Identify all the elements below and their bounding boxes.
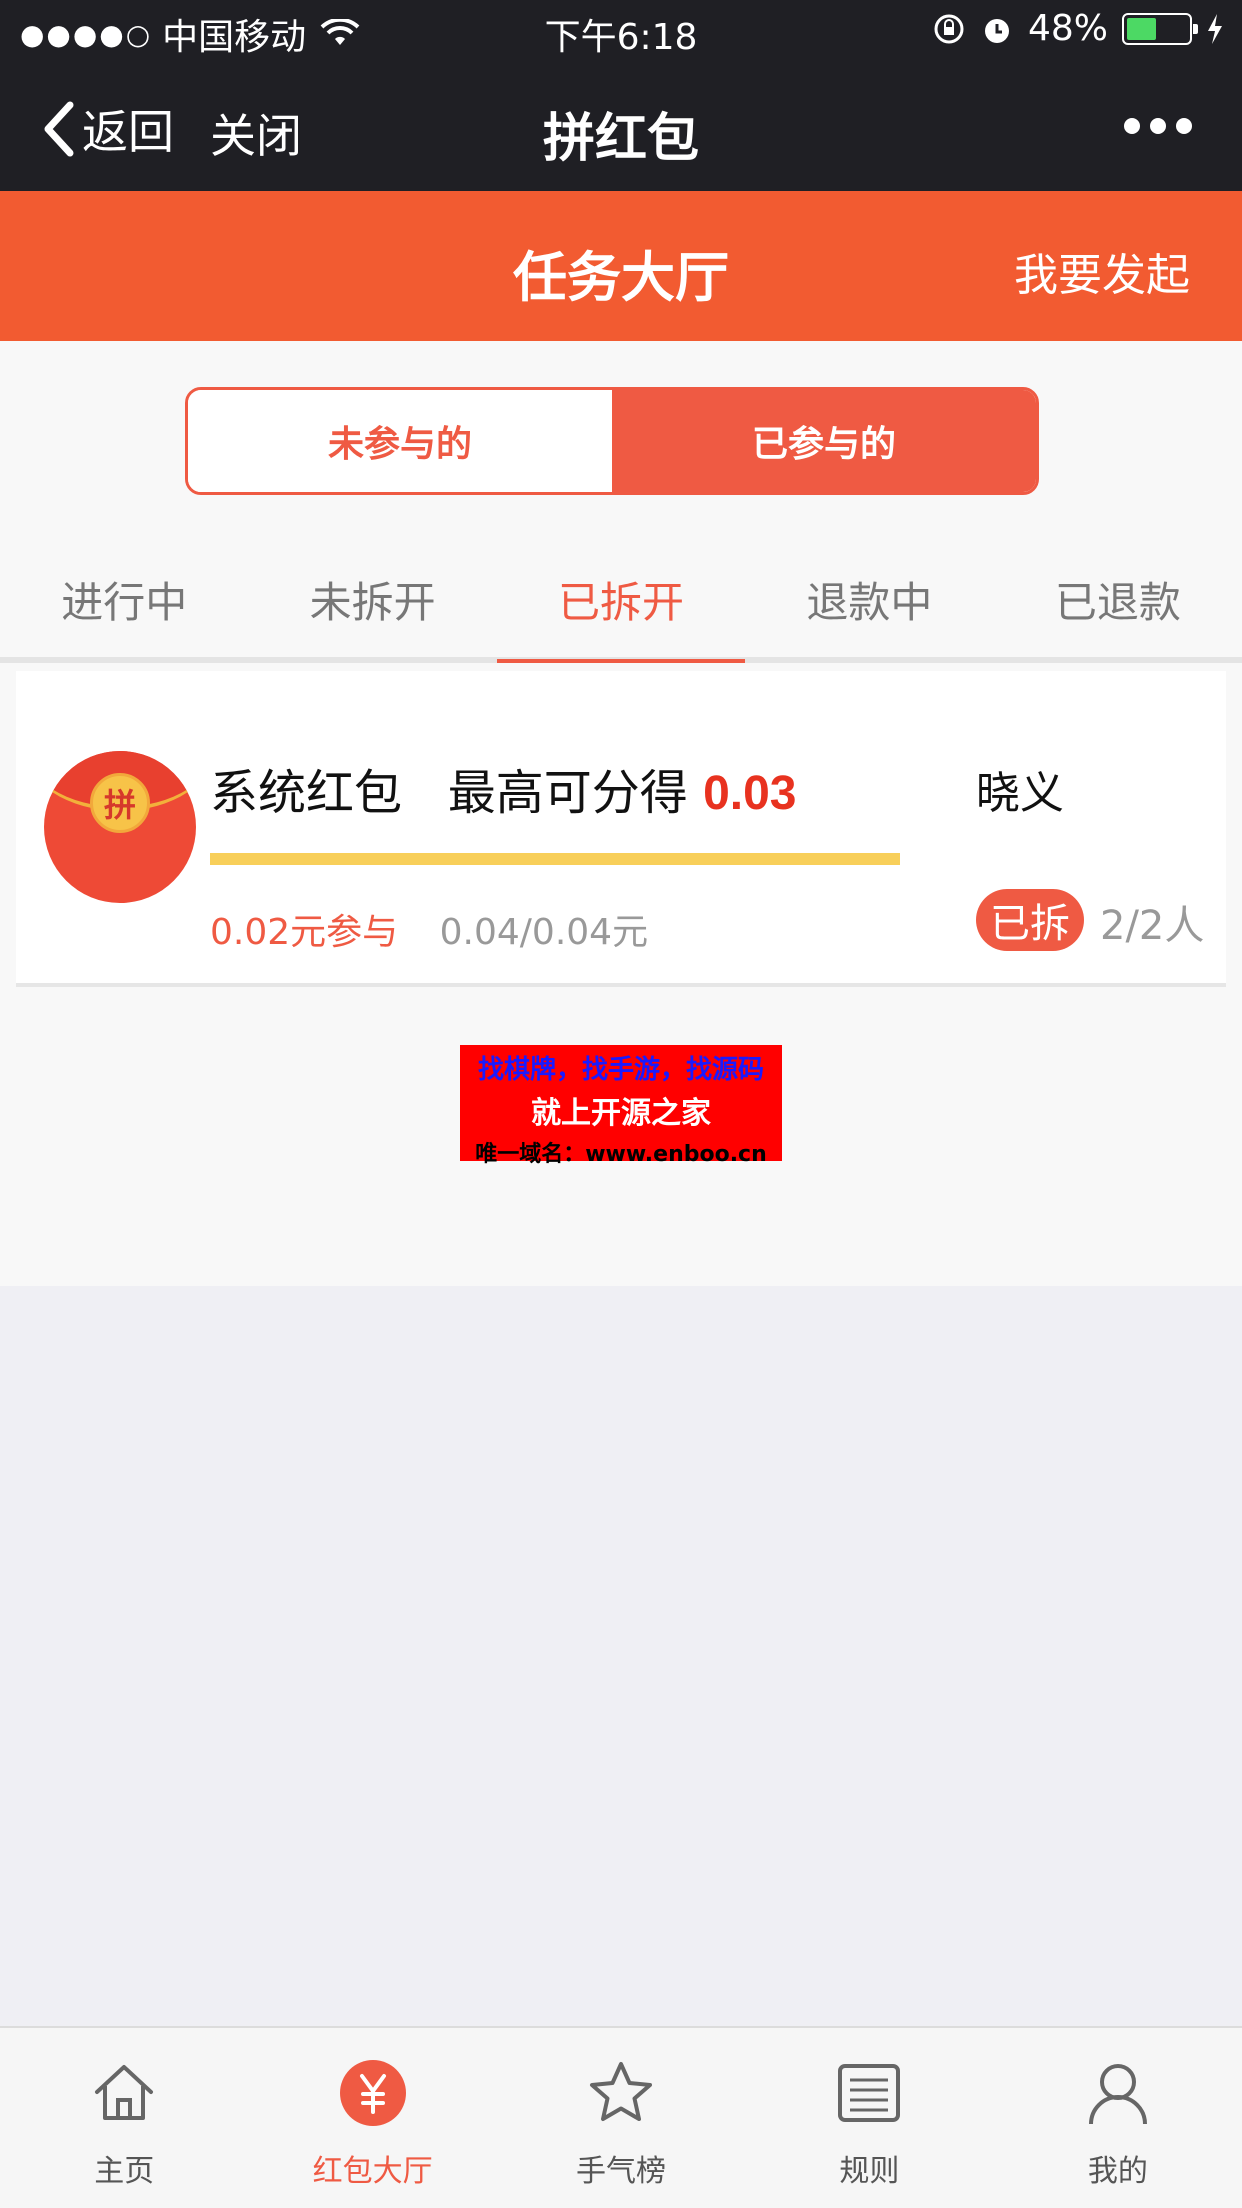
envelope-seal: 拼 [90, 773, 150, 833]
alarm-icon [984, 18, 1009, 43]
home-icon [95, 2065, 154, 2120]
list-icon [838, 2064, 901, 2122]
main-content: 未参与的 已参与的 进行中 未拆开 已拆开 退款中 已退款 拼 系统红包 最高可… [0, 341, 1242, 1286]
ad-line-3: 唯一域名：www.enboo.cn [475, 1142, 767, 1167]
tab-refunding[interactable]: 退款中 [745, 533, 993, 657]
tabbar-mine[interactable]: 我的 [994, 2028, 1242, 2208]
segment-not-joined[interactable]: 未参与的 [188, 390, 612, 492]
ad-line-1: 找棋牌，找手游，找源码 [477, 1055, 764, 1085]
back-label: 返回 [82, 105, 174, 159]
bottom-tab-bar: 主页 红包大厅 手气榜 规则 我的 [0, 2026, 1242, 2208]
tabbar-label: 主页 [94, 2154, 155, 2189]
tabbar-rules[interactable]: 规则 [745, 2028, 993, 2208]
carrier-label: 中国移动 [162, 17, 307, 58]
participation-segment: 未参与的 已参与的 [185, 387, 1039, 495]
initiator-name: 晓义 [976, 768, 1064, 819]
status-tabs: 进行中 未拆开 已拆开 退款中 已退款 [0, 533, 1242, 663]
status-time: 下午6:18 [544, 17, 698, 58]
tabbar-label: 我的 [1087, 2154, 1148, 2189]
progress-bar [210, 853, 900, 865]
red-packet-avatar: 拼 [44, 751, 196, 903]
card-title: 系统红包 最高可分得 0.03 [210, 753, 797, 823]
signal-strength-icon: ●●●●○ [20, 17, 153, 51]
ad-banner[interactable]: 找棋牌，找手游，找源码 就上开源之家 唯一域名：www.enboo.cn [460, 1045, 782, 1167]
yuan-icon [339, 2060, 406, 2126]
segment-joined[interactable]: 已参与的 [612, 390, 1036, 492]
tab-refunded[interactable]: 已退款 [994, 533, 1242, 657]
close-button[interactable]: 关闭 [210, 100, 302, 166]
tabbar-label: 红包大厅 [312, 2154, 433, 2189]
navigation-bar: 返回 关闭 拼红包 [0, 60, 1242, 191]
user-icon [1088, 2064, 1147, 2125]
tab-in-progress[interactable]: 进行中 [0, 533, 248, 657]
participant-count: 2/2人 [1100, 903, 1205, 949]
initiate-button[interactable]: 我要发起 [1014, 239, 1190, 303]
battery-icon [1122, 12, 1198, 45]
red-packet-card[interactable]: 拼 系统红包 最高可分得 0.03 0.02元参与 0.04/0.04元 晓义 … [16, 671, 1226, 987]
star-icon [590, 2062, 653, 2121]
wifi-icon [320, 19, 360, 45]
pool-amount: 0.04/0.04元 [439, 912, 649, 953]
max-share-label: 最高可分得 [447, 765, 688, 821]
max-share-amount: 0.03 [703, 767, 797, 820]
more-dot [1176, 118, 1192, 134]
ad-line-2: 就上开源之家 [531, 1096, 711, 1131]
back-button[interactable]: 返回 [40, 96, 174, 162]
charging-icon [1208, 13, 1222, 44]
progress-fill [210, 853, 900, 865]
more-dot [1124, 118, 1140, 134]
join-price: 0.02元参与 [210, 912, 399, 953]
task-hall-header: 任务大厅 我要发起 [0, 191, 1242, 341]
tabbar-leaderboard[interactable]: 手气榜 [497, 2028, 745, 2208]
chevron-left-icon [44, 101, 74, 157]
battery-percent: 48% [1027, 8, 1108, 49]
tabbar-red-packet-hall[interactable]: 红包大厅 [248, 2028, 496, 2208]
tabbar-home[interactable]: 主页 [0, 2028, 248, 2208]
tabbar-label: 手气榜 [576, 2154, 667, 2189]
tabbar-label: 规则 [839, 2154, 900, 2189]
page-title: 拼红包 [542, 109, 699, 169]
more-options-button[interactable] [1124, 118, 1192, 134]
more-dot [1150, 118, 1166, 134]
status-badge: 已拆 [976, 889, 1084, 951]
tab-opened[interactable]: 已拆开 [496, 533, 746, 663]
packet-type: 系统红包 [210, 765, 403, 821]
tab-unopened[interactable]: 未拆开 [248, 533, 496, 657]
status-bar: ●●●●○ 中国移动 下午6:18 48% [0, 0, 1242, 60]
rotation-lock-icon [934, 14, 964, 43]
join-info: 0.02元参与 0.04/0.04元 [210, 903, 648, 955]
